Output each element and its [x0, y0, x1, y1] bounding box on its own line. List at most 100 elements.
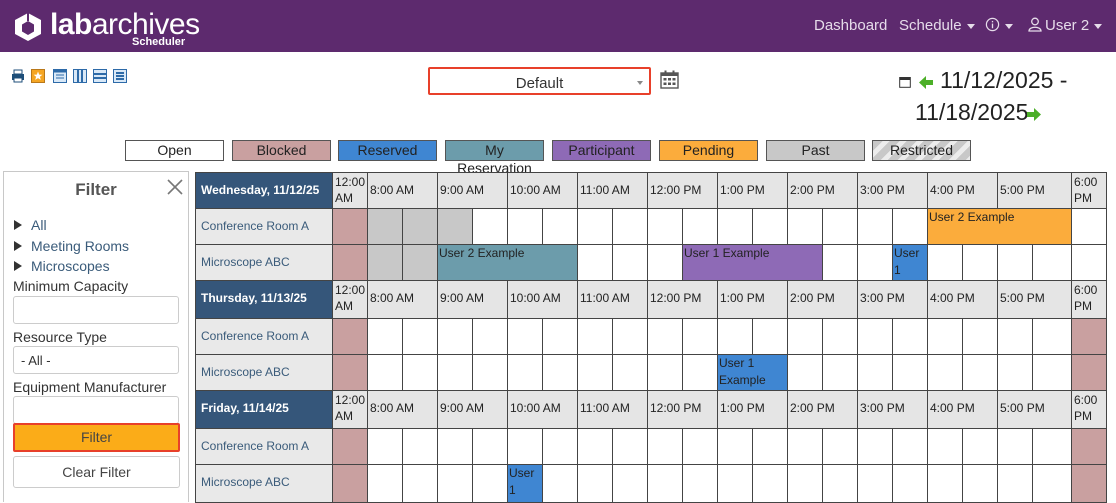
time-slot[interactable]: [682, 354, 718, 391]
filter-button[interactable]: Filter: [13, 423, 180, 452]
time-slot[interactable]: [472, 354, 508, 391]
time-slot[interactable]: [682, 318, 718, 355]
close-icon[interactable]: [166, 178, 184, 196]
time-slot[interactable]: [1071, 208, 1107, 245]
time-slot[interactable]: [437, 464, 473, 503]
time-slot[interactable]: [402, 464, 438, 503]
time-slot[interactable]: [752, 428, 788, 465]
time-slot[interactable]: [892, 354, 928, 391]
nav-user-menu[interactable]: User 2: [1028, 17, 1103, 34]
time-slot[interactable]: [647, 208, 683, 245]
time-slot[interactable]: [752, 208, 788, 245]
time-slot[interactable]: [367, 318, 403, 355]
time-slot[interactable]: [1032, 354, 1072, 391]
reservation-block[interactable]: User 1: [892, 244, 928, 281]
previous-week-arrow-icon[interactable]: [919, 76, 933, 89]
time-slot[interactable]: [647, 464, 683, 503]
time-slot[interactable]: [927, 428, 963, 465]
time-slot[interactable]: [1071, 244, 1107, 281]
time-slot[interactable]: [612, 244, 648, 281]
min-capacity-input[interactable]: [13, 296, 179, 324]
time-slot[interactable]: [892, 318, 928, 355]
time-slot[interactable]: [577, 464, 613, 503]
time-slot[interactable]: [332, 354, 368, 391]
time-slot[interactable]: [402, 318, 438, 355]
expand-arrow-icon[interactable]: [14, 220, 22, 231]
time-slot[interactable]: [962, 354, 998, 391]
time-slot[interactable]: [612, 464, 648, 503]
time-slot[interactable]: [717, 464, 753, 503]
time-slot[interactable]: [1032, 464, 1072, 503]
week-view-icon[interactable]: [73, 69, 87, 83]
time-slot[interactable]: [962, 244, 998, 281]
time-slot[interactable]: [822, 354, 858, 391]
time-slot[interactable]: [752, 318, 788, 355]
time-slot[interactable]: [787, 464, 823, 503]
time-slot[interactable]: [787, 318, 823, 355]
time-slot[interactable]: [927, 354, 963, 391]
time-slot[interactable]: [332, 464, 368, 503]
day-view-icon[interactable]: [53, 69, 67, 83]
time-slot[interactable]: [612, 318, 648, 355]
time-slot[interactable]: [962, 318, 998, 355]
resource-link[interactable]: Conference Room A: [195, 318, 333, 355]
time-slot[interactable]: [822, 464, 858, 503]
time-slot[interactable]: [997, 318, 1033, 355]
time-slot[interactable]: [472, 318, 508, 355]
time-slot[interactable]: [647, 244, 683, 281]
time-slot[interactable]: [402, 208, 438, 245]
time-slot[interactable]: [472, 428, 508, 465]
time-slot[interactable]: [437, 318, 473, 355]
time-slot[interactable]: [507, 208, 543, 245]
next-week-arrow-icon[interactable]: [1027, 108, 1041, 121]
list-view-icon[interactable]: [113, 69, 127, 83]
time-slot[interactable]: [472, 464, 508, 503]
time-slot[interactable]: [437, 354, 473, 391]
resource-link[interactable]: Microscope ABC: [195, 354, 333, 391]
time-slot[interactable]: [822, 244, 858, 281]
time-slot[interactable]: [612, 428, 648, 465]
time-slot[interactable]: [332, 208, 368, 245]
clear-filter-button[interactable]: Clear Filter: [13, 456, 180, 488]
time-slot[interactable]: [1071, 464, 1107, 503]
time-slot[interactable]: [682, 464, 718, 503]
time-slot[interactable]: [472, 208, 508, 245]
time-slot[interactable]: [332, 244, 368, 281]
time-slot[interactable]: [962, 464, 998, 503]
time-slot[interactable]: [437, 208, 473, 245]
time-slot[interactable]: [367, 464, 403, 503]
reservation-block[interactable]: User 1 Example: [682, 244, 823, 281]
time-slot[interactable]: [1032, 244, 1072, 281]
time-slot[interactable]: [1032, 428, 1072, 465]
time-slot[interactable]: [332, 428, 368, 465]
time-slot[interactable]: [367, 244, 403, 281]
time-slot[interactable]: [577, 318, 613, 355]
resource-type-select[interactable]: - All -: [13, 346, 179, 374]
time-slot[interactable]: [542, 354, 578, 391]
resource-link[interactable]: Microscope ABC: [195, 464, 333, 503]
time-slot[interactable]: [787, 428, 823, 465]
nav-schedule-menu[interactable]: Schedule: [899, 17, 975, 34]
time-slot[interactable]: [857, 208, 893, 245]
nav-help-menu[interactable]: [985, 17, 1013, 34]
time-slot[interactable]: [927, 464, 963, 503]
time-slot[interactable]: [997, 244, 1033, 281]
time-slot[interactable]: [857, 428, 893, 465]
time-slot[interactable]: [822, 428, 858, 465]
time-slot[interactable]: [857, 354, 893, 391]
time-slot[interactable]: [542, 428, 578, 465]
time-slot[interactable]: [402, 428, 438, 465]
calendar-icon[interactable]: [660, 70, 679, 89]
resource-link[interactable]: Conference Room A: [195, 208, 333, 245]
time-slot[interactable]: [962, 428, 998, 465]
time-slot[interactable]: [647, 318, 683, 355]
time-slot[interactable]: [927, 318, 963, 355]
time-slot[interactable]: [612, 208, 648, 245]
reservation-block[interactable]: User 1: [507, 464, 543, 503]
time-slot[interactable]: [717, 428, 753, 465]
time-slot[interactable]: [927, 244, 963, 281]
time-slot[interactable]: [507, 318, 543, 355]
time-slot[interactable]: [542, 318, 578, 355]
time-slot[interactable]: [402, 244, 438, 281]
tree-item-microscopes[interactable]: Microscopes: [14, 258, 110, 274]
